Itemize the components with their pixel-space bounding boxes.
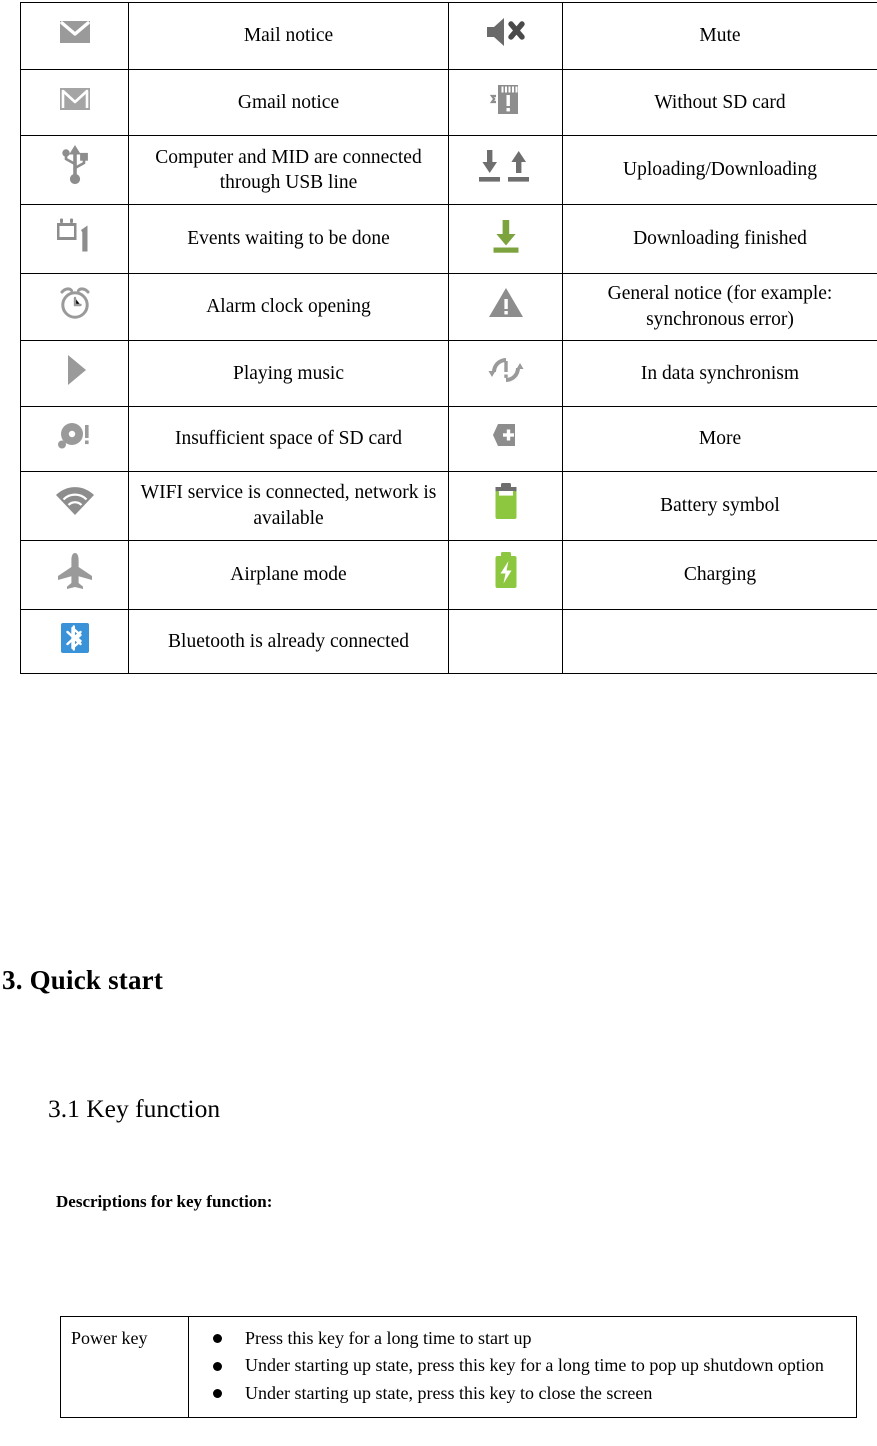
row-label: WIFI service is connected, network is av… (128, 471, 449, 541)
key-name-cell: Power key (60, 1316, 189, 1418)
row-label: Playing music (128, 339, 449, 408)
table-row: Mail notice Mute (20, 2, 877, 70)
bluetooth-icon (53, 616, 97, 668)
key-description-list: Press this key for a long time to start … (189, 1325, 844, 1406)
upload-download-icon (475, 144, 537, 196)
table-row: Events waiting to be done Downloading fi… (20, 204, 877, 274)
more-plus-icon (483, 413, 529, 465)
bullet-icon (213, 1334, 222, 1344)
row-label: Insufficient space of SD card (128, 406, 449, 473)
section-heading: 3.1 Key function (48, 1094, 221, 1123)
key-function-table: Power key Press this key for a long time… (60, 1316, 857, 1418)
list-item-label: Press this key for a long time to start … (245, 1328, 532, 1348)
calendar-event-icon-cell (20, 204, 129, 274)
list-item: Under starting up state, press this key … (189, 1352, 844, 1378)
wifi-icon (50, 481, 100, 531)
row-label: Without SD card (562, 68, 877, 137)
mail-envelope-icon (52, 9, 98, 63)
calendar-event-icon (50, 211, 100, 267)
sd-card-missing-icon-cell (448, 68, 563, 137)
play-music-icon-cell (20, 339, 129, 408)
list-item-label: Under starting up state, press this key … (245, 1382, 653, 1403)
row-label: Gmail notice (128, 68, 449, 137)
download-finished-icon-cell (448, 204, 563, 274)
row-label: Charging (562, 539, 877, 610)
row-label: Downloading finished (562, 204, 877, 274)
list-item: Under starting up state, press this key … (189, 1380, 844, 1406)
battery-icon (486, 478, 526, 534)
alarm-clock-icon (52, 280, 98, 334)
table-row: Power key Press this key for a long time… (60, 1316, 857, 1418)
upload-download-icon-cell (448, 135, 563, 206)
table-row: Airplane mode Charging (20, 539, 877, 610)
sd-card-missing-icon (484, 76, 528, 130)
wifi-icon-cell (20, 471, 129, 541)
sync-error-icon (483, 348, 529, 400)
bullet-icon (213, 1361, 222, 1371)
play-music-icon (53, 347, 97, 401)
mail-envelope-icon-cell (20, 2, 129, 70)
mute-speaker-icon-cell (448, 2, 563, 70)
row-label: Airplane mode (128, 539, 449, 610)
download-finished-icon (484, 212, 528, 266)
empty-label-cell (562, 608, 877, 675)
row-label: Battery symbol (562, 471, 877, 541)
row-label: Computer and MID are connected through U… (128, 135, 449, 206)
row-label: Mail notice (128, 2, 449, 70)
row-label: Events waiting to be done (128, 204, 449, 274)
chapter-heading: 3. Quick start (2, 965, 164, 995)
usb-icon (53, 142, 97, 198)
table-row: Insufficient space of SD card More (20, 406, 877, 473)
table-row: Playing music In data synchronism (20, 339, 877, 408)
table-row: WIFI service is connected, network is av… (20, 471, 877, 541)
row-label: General notice (for example: synchronous… (562, 272, 877, 341)
list-item-label: Under starting up state, press this key … (245, 1355, 824, 1376)
table-row: Computer and MID are connected through U… (20, 135, 877, 206)
row-label: More (562, 406, 877, 473)
table-row: Bluetooth is already connected (20, 608, 877, 675)
empty-icon-cell (448, 608, 563, 675)
table-row: Gmail notice Without SD card (20, 68, 877, 137)
alarm-clock-icon-cell (20, 272, 129, 341)
mute-speaker-icon (481, 10, 531, 62)
gmail-icon-cell (20, 68, 129, 137)
status-icon-table: Mail notice Mute Gmail notice Without SD… (20, 2, 877, 675)
row-label: In data synchronism (562, 339, 877, 408)
sync-error-icon-cell (448, 339, 563, 408)
battery-icon-cell (448, 471, 563, 541)
row-label: Uploading/Downloading (562, 135, 877, 206)
bullet-icon (213, 1388, 222, 1398)
airplane-mode-icon (52, 548, 98, 602)
warning-triangle-icon-cell (448, 272, 563, 341)
key-description-cell: Press this key for a long time to start … (188, 1316, 857, 1418)
bluetooth-icon-cell (20, 608, 129, 675)
more-plus-icon-cell (448, 406, 563, 473)
subtitle-text: Descriptions for key function: (56, 1192, 273, 1211)
warning-triangle-icon (483, 281, 529, 333)
battery-charging-icon-cell (448, 539, 563, 610)
list-item: Press this key for a long time to start … (189, 1325, 844, 1351)
document-page: Mail notice Mute Gmail notice Without SD… (0, 0, 877, 1446)
row-label: Bluetooth is already connected (128, 608, 449, 675)
sd-card-full-icon (50, 413, 100, 465)
row-label: Alarm clock opening (128, 272, 449, 341)
airplane-mode-icon-cell (20, 539, 129, 610)
table-row: Alarm clock opening General notice (for … (20, 272, 877, 341)
row-label: Mute (562, 2, 877, 70)
gmail-icon (52, 76, 98, 130)
sd-card-full-icon-cell (20, 406, 129, 473)
battery-charging-icon (486, 547, 526, 603)
usb-icon-cell (20, 135, 129, 206)
